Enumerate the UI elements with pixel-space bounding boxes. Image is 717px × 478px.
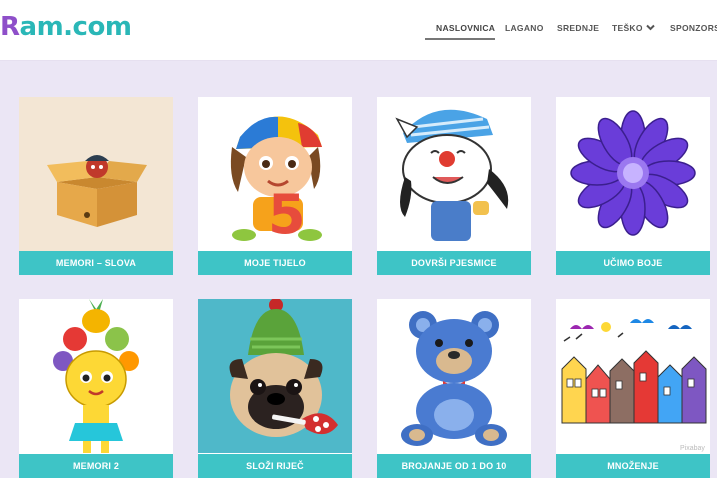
- nav-lagano[interactable]: LAGANO: [505, 23, 544, 33]
- card-label: BROJANJE OD 1 DO 10: [377, 454, 531, 478]
- nav-srednje[interactable]: SREDNJE: [557, 23, 599, 33]
- card-label: SLOŽI RIJEČ: [198, 454, 352, 478]
- nav-tesko-label: TEŠKO: [612, 23, 643, 33]
- pug-icon: [198, 299, 352, 453]
- nav-naslovnica[interactable]: NASLOVNICA: [436, 23, 495, 33]
- logo-initial: R: [0, 12, 20, 42]
- game-card-memori-slova[interactable]: MEMORI – SLOVA: [19, 97, 173, 275]
- card-label: MEMORI – SLOVA: [19, 251, 173, 275]
- nav-tesko[interactable]: TEŠKO: [612, 23, 655, 33]
- game-card-brojanje[interactable]: BROJANJE OD 1 DO 10: [377, 299, 531, 478]
- game-card-slozi-rijec[interactable]: SLOŽI RIJEČ: [198, 299, 352, 478]
- game-card-memori-2[interactable]: MEMORI 2: [19, 299, 173, 478]
- purple-flower-icon: [556, 97, 710, 251]
- card-label: MNOŽENJE: [556, 454, 710, 478]
- card-label: DOVRŠI PJESMICE: [377, 251, 531, 275]
- cartoon-dog-icon: [377, 97, 531, 251]
- logo-text: am.com: [19, 12, 132, 42]
- svg-text:Pixabay: Pixabay: [680, 445, 705, 452]
- game-card-dovrsi-pjesmice[interactable]: DOVRŠI PJESMICE: [377, 97, 531, 275]
- fruit-girl-icon: [19, 299, 173, 453]
- box-icon: [19, 97, 173, 251]
- site-header: Ram.com NASLOVNICA LAGANO SREDNJE TEŠKO …: [0, 0, 717, 61]
- houses-icon: Pixabay: [556, 299, 710, 453]
- child-icon: 5: [198, 97, 352, 251]
- active-nav-indicator: [425, 38, 495, 40]
- teddy-bear-icon: [377, 299, 531, 453]
- nav-sponzorstvo[interactable]: SPONZORST: [670, 23, 717, 33]
- card-label: MOJE TIJELO: [198, 251, 352, 275]
- game-card-ucimo-boje[interactable]: UČIMO BOJE: [556, 97, 710, 275]
- chevron-down-icon: [646, 24, 655, 31]
- game-card-moje-tijelo[interactable]: 5 MOJE TIJELO: [198, 97, 352, 275]
- card-label: UČIMO BOJE: [556, 251, 710, 275]
- card-label: MEMORI 2: [19, 454, 173, 478]
- game-card-mnozenje[interactable]: Pixabay MNOŽENJE: [556, 299, 710, 478]
- site-logo[interactable]: Ram.com: [0, 12, 132, 42]
